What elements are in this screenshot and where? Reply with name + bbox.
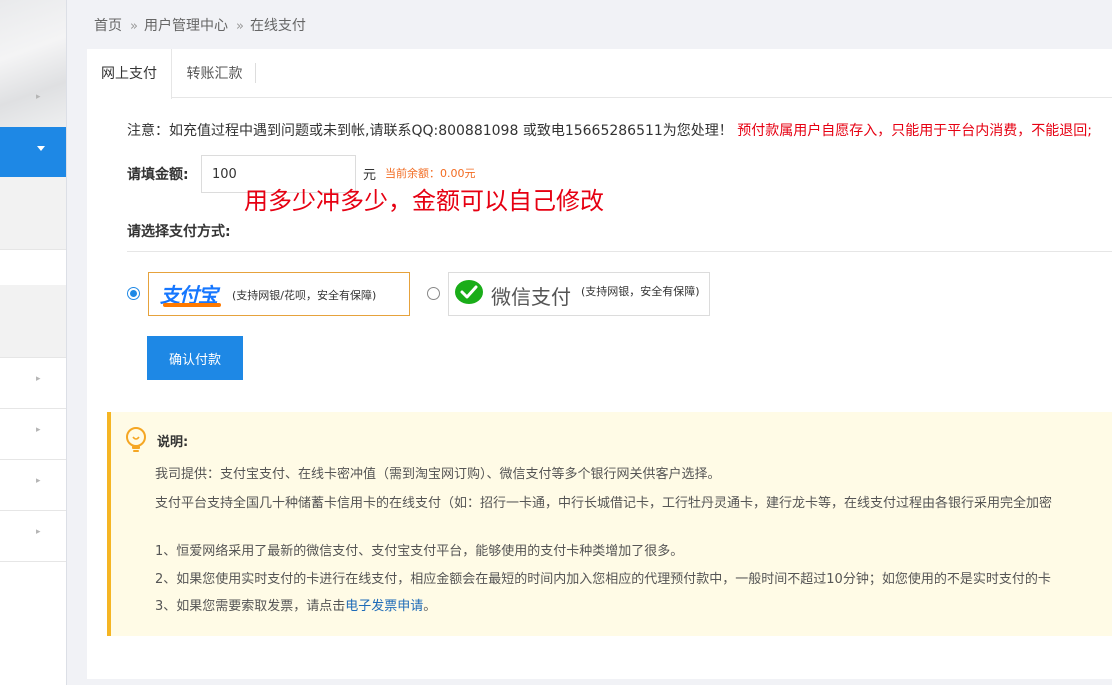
info-line: 我司提供：支付宝支付、在线卡密冲值（需到淘宝网订购）、微信支付等多个银行网关供客… (155, 467, 721, 482)
wechat-icon (455, 280, 483, 304)
tab-bar: 网上支付 转账汇款 (87, 49, 1112, 99)
caret-down-icon (37, 146, 45, 151)
chevron-right-icon[interactable]: ▸ (36, 527, 41, 537)
sidebar-divider (0, 249, 66, 250)
sidebar-divider (0, 459, 66, 460)
info-item: 2、如果您使用实时支付的卡进行在线支付，相应金额会在最短的时间内加入您相应的代理… (155, 572, 1051, 587)
tab-online-pay[interactable]: 网上支付 (87, 49, 172, 99)
chevron-right-icon[interactable]: ▸ (36, 92, 41, 102)
payment-panel: 网上支付 转账汇款 注意：如充值过程中遇到问题或未到帐,请联系QQ:800881… (87, 49, 1112, 679)
info-line: 支付平台支持全国几十种储蓄卡信用卡的在线支付（如：招行一卡通，中行长城借记卡，工… (155, 496, 1053, 511)
sidebar-item-active[interactable] (0, 127, 66, 177)
info-item-text: 3、如果您需要索取发票，请点击 (155, 599, 346, 614)
wechat-note: (支持网银，安全有保障) (581, 285, 700, 298)
confirm-payment-button[interactable]: 确认付款 (147, 336, 243, 380)
amount-label: 请填金额: (127, 167, 189, 183)
sidebar-submenu-item[interactable] (0, 177, 66, 249)
breadcrumb-separator: » (130, 19, 138, 34)
sidebar: ▸ ▸ ▸ ▸ ▸ (0, 0, 67, 685)
sidebar-divider (0, 408, 66, 409)
wechat-radio[interactable] (427, 287, 440, 300)
divider (127, 251, 1112, 252)
notice-warning: 预付款属用户自愿存入，只能用于平台内消费，不能退回; (737, 123, 1092, 139)
sidebar-divider (0, 357, 66, 358)
info-item: 1、恒爱网络采用了最新的微信支付、支付宝支付平台，能够使用的支付卡种类增加了很多… (155, 544, 684, 559)
breadcrumb-user-center[interactable]: 用户管理中心 (144, 18, 228, 34)
info-item-text: 。 (423, 599, 437, 614)
sidebar-divider (0, 561, 66, 562)
chevron-right-icon[interactable]: ▸ (36, 374, 41, 384)
invoice-request-link[interactable]: 电子发票申请 (345, 599, 423, 614)
chevron-right-icon[interactable]: ▸ (36, 476, 41, 486)
alipay-option[interactable]: 支付宝 (支持网银/花呗，安全有保障) (148, 272, 410, 316)
info-title: 说明: (157, 435, 189, 450)
info-item: 3、如果您需要索取发票，请点击电子发票申请。 (155, 595, 436, 614)
info-box: 说明: 我司提供：支付宝支付、在线卡密冲值（需到淘宝网订购）、微信支付等多个银行… (107, 412, 1112, 636)
breadcrumb-home[interactable]: 首页 (94, 18, 122, 34)
breadcrumb-current: 在线支付 (249, 18, 306, 34)
notice-contact: 注意：如充值过程中遇到问题或未到帐,请联系QQ:800881098 或致电156… (127, 123, 733, 139)
annotation-text: 用多少冲多少，金额可以自己修改 (244, 187, 604, 215)
sidebar-submenu-item[interactable] (0, 285, 66, 357)
sidebar-divider (0, 510, 66, 511)
lightbulb-icon (126, 427, 146, 452)
payment-method-label: 请选择支付方式: (127, 224, 231, 240)
tab-divider (255, 63, 256, 83)
wechat-label: 微信支付 (491, 285, 571, 309)
breadcrumb-separator: » (235, 19, 244, 34)
sidebar-avatar-image (0, 0, 66, 127)
tab-transfer[interactable]: 转账汇款 (172, 49, 257, 99)
notice-text: 注意：如充值过程中遇到问题或未到帐,请联系QQ:800881098 或致电156… (127, 120, 1092, 140)
alipay-note: (支持网银/花呗，安全有保障) (232, 289, 377, 302)
breadcrumb: 首页 » 用户管理中心 » 在线支付 (94, 15, 306, 35)
chevron-right-icon[interactable]: ▸ (36, 425, 41, 435)
current-balance: 当前余额：0.00元 (385, 167, 476, 180)
wechat-option[interactable]: 微信支付 (支持网银，安全有保障) (448, 272, 710, 316)
alipay-logo-swoosh (163, 303, 221, 307)
alipay-radio[interactable] (127, 287, 140, 300)
